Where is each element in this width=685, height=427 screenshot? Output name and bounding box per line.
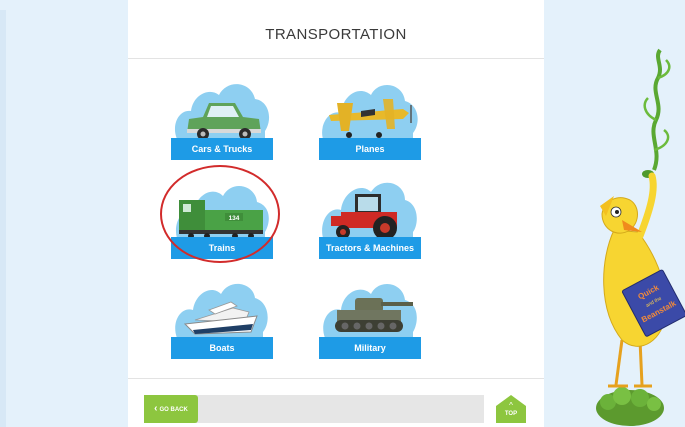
chevron-up-icon: ^ [509,401,513,410]
category-label: Tractors & Machines [319,237,421,259]
category-label: Planes [319,138,421,160]
category-trains[interactable]: 134 Trains [171,172,273,259]
category-cars-trucks[interactable]: Cars & Trucks [171,73,273,160]
title-divider [128,58,544,59]
footer-divider [128,378,544,379]
category-planes[interactable]: Planes [319,73,421,160]
left-edge [0,10,6,427]
top-label: TOP [504,411,518,417]
category-military[interactable]: Military [319,272,421,359]
category-label: Cars & Trucks [171,138,273,160]
top-button[interactable]: ^ TOP [496,395,526,423]
go-back-label: GO BACK [159,407,188,413]
go-back-button[interactable]: ‹ GO BACK [144,395,198,423]
category-label: Boats [171,337,273,359]
engine-number: 134 [229,215,240,222]
category-boats[interactable]: Boats [171,272,273,359]
category-tractors-machines[interactable]: Tractors & Machines [319,172,421,259]
chevron-left-icon: ‹ [154,403,158,414]
mascot-illustration: Quick and the Beanstalk [596,48,685,426]
page-title: TRANSPORTATION [265,26,407,43]
category-label: Military [319,337,421,359]
category-label: Trains [171,237,273,259]
left-side-panel [0,0,128,427]
